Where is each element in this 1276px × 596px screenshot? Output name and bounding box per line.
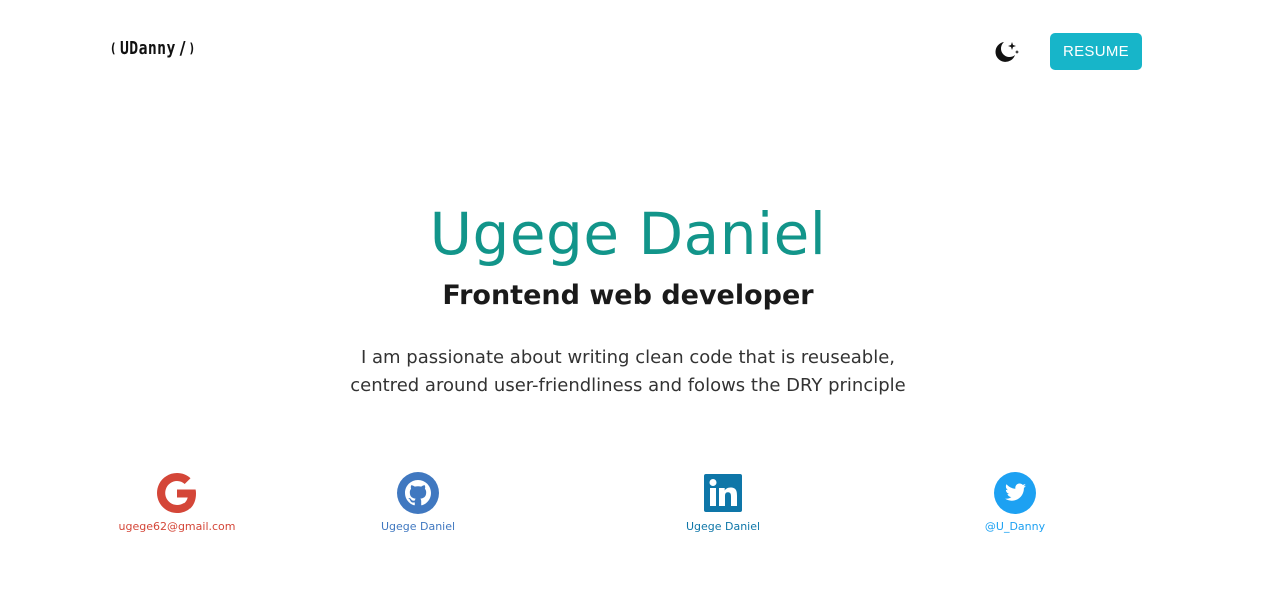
- portfolio-page: ( UDanny / ) RESUME Ugege Daniel Fronten…: [0, 0, 1276, 596]
- linkedin-icon: [699, 469, 747, 517]
- resume-button[interactable]: RESUME: [1050, 33, 1142, 70]
- logo-close-brace: ): [189, 40, 195, 57]
- google-icon: [153, 469, 201, 517]
- hero-bio-line-1: I am passionate about writing clean code…: [360, 347, 896, 368]
- github-icon: [394, 469, 442, 517]
- social-label-twitter: @U_Danny: [984, 520, 1046, 533]
- logo-open-brace: (: [111, 40, 116, 57]
- moon-stars-icon[interactable]: [991, 38, 1021, 68]
- logo-slash: /: [179, 38, 186, 59]
- social-link-github[interactable]: Ugege Daniel: [358, 469, 478, 533]
- social-label-linkedin: Ugege Daniel: [685, 520, 761, 533]
- social-label-github: Ugege Daniel: [380, 520, 456, 533]
- hero-name: Ugege Daniel: [429, 200, 827, 268]
- hero-role: Frontend web developer: [442, 280, 814, 311]
- social-link-twitter[interactable]: @U_Danny: [975, 469, 1055, 533]
- social-link-google[interactable]: ugege62@gmail.com: [113, 469, 241, 533]
- site-logo[interactable]: ( UDanny / ): [111, 38, 194, 59]
- hero-bio-line-2: centred around user-friendliness and fol…: [350, 375, 906, 396]
- hero-bio: I am passionate about writing clean code…: [0, 344, 1256, 400]
- twitter-icon: [991, 469, 1039, 517]
- social-label-google: ugege62@gmail.com: [118, 520, 236, 533]
- logo-text: UDanny: [119, 38, 176, 59]
- social-link-linkedin[interactable]: Ugege Daniel: [663, 469, 783, 533]
